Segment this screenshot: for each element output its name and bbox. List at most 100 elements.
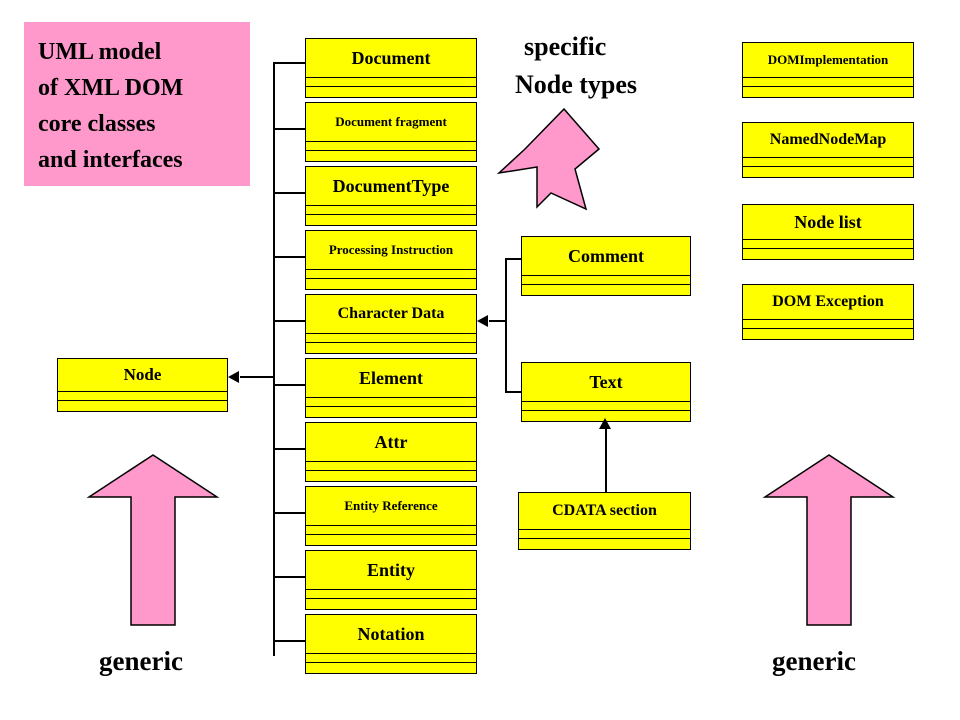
class-operations-compartment (521, 285, 691, 296)
connector-branch-1 (273, 62, 306, 64)
connector-branch-comment (505, 258, 522, 260)
class-name-element: Element (305, 358, 477, 398)
class-operations-compartment (305, 599, 477, 610)
class-name-documenttype: DocumentType (305, 166, 477, 206)
class-box-element[interactable]: Element (305, 358, 477, 418)
generic-label-right: generic (772, 646, 856, 676)
arrowhead-text (599, 418, 611, 429)
class-box-entity[interactable]: Entity (305, 550, 477, 610)
class-name-text: Text (521, 362, 691, 402)
generic-label-left: generic (99, 646, 183, 676)
connector-trunk-character-data (505, 258, 507, 392)
class-operations-compartment (305, 535, 477, 546)
class-attributes-compartment (305, 334, 477, 343)
class-box-documenttype[interactable]: DocumentType (305, 166, 477, 226)
class-name-document: Document (305, 38, 477, 78)
arrowhead-node (228, 371, 239, 383)
class-name-entity-reference: Entity Reference (305, 486, 477, 526)
class-attributes-compartment (305, 526, 477, 535)
class-attributes-compartment (742, 158, 914, 167)
connector-cdata-vertical (605, 428, 607, 494)
class-attributes-compartment (305, 206, 477, 215)
class-name-document-fragment: Document fragment (305, 102, 477, 142)
class-attributes-compartment (518, 530, 691, 539)
class-box-comment[interactable]: Comment (521, 236, 691, 296)
title-line-3: core classes (38, 111, 156, 137)
class-box-processing-instruction[interactable]: Processing Instruction (305, 230, 477, 290)
class-box-domimplementation[interactable]: DOMImplementation (742, 42, 914, 98)
class-box-node[interactable]: Node (57, 358, 228, 412)
title-line-4: and interfaces (38, 147, 183, 173)
connector-character-data-horizontal (489, 320, 506, 322)
class-box-cdata-section[interactable]: CDATA section (518, 492, 691, 550)
class-name-processing-instruction: Processing Instruction (305, 230, 477, 270)
class-name-notation: Notation (305, 614, 477, 654)
class-attributes-compartment (521, 276, 691, 285)
class-attributes-compartment (742, 78, 914, 87)
diagram-title-box: UML model of XML DOM core classes and in… (24, 22, 250, 186)
title-line-2: of XML DOM (38, 75, 184, 101)
class-operations-compartment (305, 87, 477, 98)
class-name-character-data: Character Data (305, 294, 477, 334)
connector-branch-2 (273, 128, 306, 130)
class-box-entity-reference[interactable]: Entity Reference (305, 486, 477, 546)
class-attributes-compartment (742, 240, 914, 249)
connector-branch-4 (273, 256, 306, 258)
class-box-document[interactable]: Document (305, 38, 477, 98)
class-name-entity: Entity (305, 550, 477, 590)
class-name-namednodemap: NamedNodeMap (742, 122, 914, 158)
connector-branch-text (505, 391, 522, 393)
class-name-comment: Comment (521, 236, 691, 276)
class-name-domimplementation: DOMImplementation (742, 42, 914, 78)
connector-branch-3 (273, 192, 306, 194)
class-operations-compartment (305, 343, 477, 354)
class-operations-compartment (742, 249, 914, 260)
connector-trunk-node (273, 62, 275, 656)
class-operations-compartment (305, 279, 477, 290)
class-operations-compartment (518, 539, 691, 550)
class-box-dom-exception[interactable]: DOM Exception (742, 284, 914, 340)
class-operations-compartment (57, 401, 228, 412)
class-attributes-compartment (305, 270, 477, 279)
class-box-character-data[interactable]: Character Data (305, 294, 477, 354)
class-attributes-compartment (305, 462, 477, 471)
class-operations-compartment (305, 471, 477, 482)
class-attributes-compartment (305, 654, 477, 663)
class-name-node: Node (57, 358, 228, 392)
class-box-text[interactable]: Text (521, 362, 691, 422)
specific-node-types-heading-line2: Node types (515, 70, 638, 99)
specific-node-types-heading-line1: specific (524, 32, 607, 61)
class-operations-compartment (305, 663, 477, 674)
class-attributes-compartment (305, 398, 477, 407)
connector-branch-6 (273, 384, 306, 386)
class-box-node-list[interactable]: Node list (742, 204, 914, 260)
class-box-document-fragment[interactable]: Document fragment (305, 102, 477, 162)
class-attributes-compartment (305, 78, 477, 87)
class-box-attr[interactable]: Attr (305, 422, 477, 482)
class-name-attr: Attr (305, 422, 477, 462)
title-line-1: UML model (38, 39, 162, 65)
connector-branch-9 (273, 576, 306, 578)
class-operations-compartment (742, 167, 914, 178)
connector-branch-10 (273, 640, 306, 642)
class-box-notation[interactable]: Notation (305, 614, 477, 674)
class-operations-compartment (742, 87, 914, 98)
connector-branch-8 (273, 512, 306, 514)
class-attributes-compartment (305, 590, 477, 599)
class-operations-compartment (742, 329, 914, 340)
class-attributes-compartment (57, 392, 228, 401)
class-operations-compartment (305, 215, 477, 226)
class-attributes-compartment (521, 402, 691, 411)
class-box-namednodemap[interactable]: NamedNodeMap (742, 122, 914, 178)
class-operations-compartment (305, 151, 477, 162)
pink-up-arrow-left-icon (86, 454, 220, 626)
class-operations-compartment (305, 407, 477, 418)
class-name-node-list: Node list (742, 204, 914, 240)
connector-node-horizontal (240, 376, 275, 378)
class-name-dom-exception: DOM Exception (742, 284, 914, 320)
connector-branch-7 (273, 448, 306, 450)
arrowhead-character-data (477, 315, 488, 327)
class-name-cdata-section: CDATA section (518, 492, 691, 530)
pink-up-arrow-right-icon (762, 454, 896, 626)
class-attributes-compartment (742, 320, 914, 329)
